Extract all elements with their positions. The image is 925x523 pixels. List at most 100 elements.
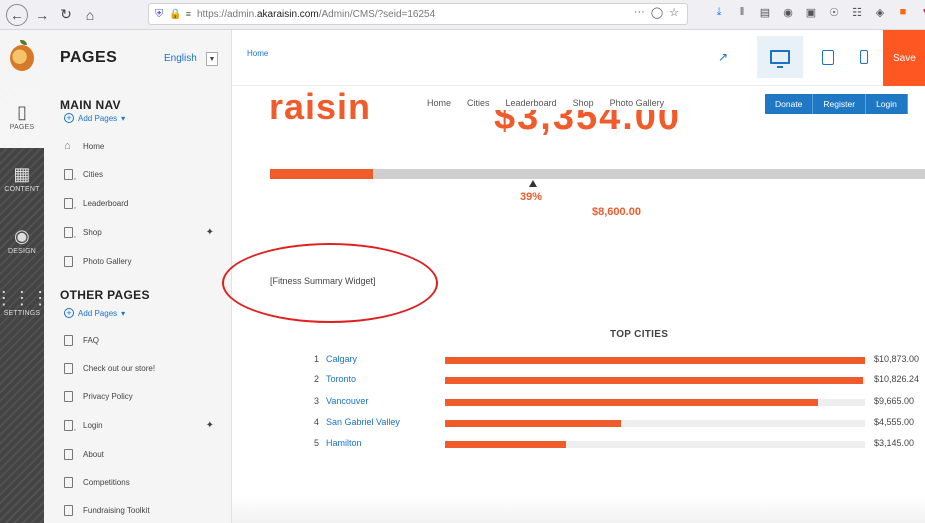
city-name-link[interactable]: Vancouver: [326, 396, 368, 406]
mobile-view-button[interactable]: [852, 36, 876, 78]
page-settings-icon: [64, 198, 76, 212]
grid-icon: ▦: [13, 164, 31, 184]
site-nav: Home Cities Leaderboard Shop Photo Galle…: [427, 98, 664, 108]
city-name-link[interactable]: Toronto: [326, 374, 356, 384]
page-icon: [64, 363, 73, 374]
bookmark-star-icon[interactable]: ☆: [669, 6, 679, 19]
plus-circle-icon: +: [64, 113, 74, 123]
nav-item-label: Home: [83, 141, 105, 151]
site-nav-leaderboard[interactable]: Leaderboard: [506, 98, 557, 108]
rail-item-content[interactable]: ▦ CONTENT: [0, 148, 44, 210]
nav-item-shop[interactable]: Shop ✦: [64, 227, 224, 241]
login-button[interactable]: Login: [866, 94, 908, 114]
account-icon[interactable]: ◉: [781, 6, 795, 19]
nav-item-photo-gallery[interactable]: Photo Gallery: [64, 256, 224, 267]
tablet-view-button[interactable]: [814, 36, 842, 78]
permissions-icon[interactable]: ≡: [186, 9, 191, 19]
home-icon: ⌂: [64, 140, 71, 152]
rail-item-pages[interactable]: ▯ PAGES: [0, 86, 44, 148]
city-bar-fill: [445, 420, 621, 427]
desktop-view-button[interactable]: [757, 36, 803, 78]
page-item-fundraising-toolkit[interactable]: Fundraising Toolkit: [64, 505, 224, 516]
progress-bar: [270, 169, 925, 179]
site-nav-home[interactable]: Home: [427, 98, 451, 108]
site-logo[interactable]: raisin: [269, 86, 371, 128]
raisin-logo-icon: [10, 40, 34, 71]
home-icon[interactable]: ⌂: [80, 5, 100, 25]
city-amount: $10,873.00: [874, 354, 920, 364]
donate-button[interactable]: Donate: [765, 94, 814, 114]
city-row: 3 Vancouver $9,665.00: [232, 396, 925, 410]
back-arrow-icon[interactable]: ←: [6, 3, 28, 26]
breadcrumb[interactable]: Home: [247, 49, 268, 58]
rail-item-design[interactable]: ◉ DESIGN: [0, 210, 44, 272]
extension-icon[interactable]: ▣: [804, 6, 818, 19]
city-amount: $4,555.00: [874, 417, 915, 427]
page-item-login[interactable]: Login ✦: [64, 420, 224, 434]
extension-icon-5[interactable]: ■: [896, 6, 910, 19]
download-icon[interactable]: ⤓: [712, 6, 726, 19]
site-nav-shop[interactable]: Shop: [573, 98, 594, 108]
register-button[interactable]: Register: [813, 94, 867, 114]
city-bar-track: [445, 399, 865, 406]
page-item-about[interactable]: About: [64, 449, 224, 460]
page-item-label: About: [83, 450, 104, 459]
add-other-pages-button[interactable]: + Add Pages ▾: [64, 308, 125, 318]
nav-item-cities[interactable]: Cities: [64, 169, 224, 183]
desktop-icon: [770, 50, 790, 68]
lock-icon[interactable]: 🔒: [169, 9, 181, 20]
progress-bar-fill: [270, 169, 374, 179]
sliders-icon: ⋮⋮⋮: [0, 288, 50, 308]
page-item-faq[interactable]: FAQ: [64, 335, 224, 346]
language-select[interactable]: English: [164, 53, 197, 64]
page-item-label: Privacy Policy: [83, 392, 133, 401]
progress-pointer-icon: [529, 180, 537, 187]
page-item-privacy-policy[interactable]: Privacy Policy: [64, 391, 224, 402]
city-name-link[interactable]: San Gabriel Valley: [326, 417, 400, 427]
nav-item-leaderboard[interactable]: Leaderboard: [64, 198, 224, 212]
city-amount: $3,145.00: [874, 438, 915, 448]
top-cities-title: TOP CITIES: [610, 329, 669, 340]
amount-raised-value: $3,354.00: [494, 110, 682, 138]
add-pages-button[interactable]: + Add Pages ▾: [64, 113, 125, 123]
pocket-icon[interactable]: ◯: [651, 6, 663, 19]
url-host: akaraisin.com: [257, 8, 319, 20]
browser-toolbar: ← → ↻ ⌂ ⛨ 🔒 ≡ https://admin. akaraisin.co…: [0, 0, 925, 30]
expand-plus-icon[interactable]: ✦: [206, 227, 214, 238]
library-icon[interactable]: ‖: [735, 6, 749, 19]
city-bar-track: [445, 377, 865, 384]
city-name-link[interactable]: Hamilton: [326, 438, 362, 448]
annotation-circle: [222, 243, 438, 323]
save-button[interactable]: Save: [883, 30, 925, 86]
url-prefix: https://admin.: [196, 8, 257, 20]
open-external-icon[interactable]: ↗: [712, 36, 734, 78]
extension-icon-3[interactable]: ☷: [850, 6, 864, 19]
url-bar[interactable]: ⛨ 🔒 ≡ https://admin. akaraisin.com/Admin/…: [148, 3, 688, 25]
app-logo[interactable]: [0, 30, 44, 86]
rail-item-settings[interactable]: ⋮⋮⋮ SETTINGS: [0, 272, 49, 334]
page-item-competitions[interactable]: Competitions: [64, 477, 224, 488]
tracking-shield-icon[interactable]: ⛨: [155, 8, 163, 21]
site-nav-cities[interactable]: Cities: [467, 98, 490, 108]
chevron-down-icon[interactable]: ▼: [206, 52, 218, 66]
tablet-icon: [822, 49, 834, 65]
paint-bucket-icon: ◉: [14, 226, 30, 246]
cms-icon-rail: ▯ PAGES ▦ CONTENT ◉ DESIGN ⋮⋮⋮ SETTINGS: [0, 30, 49, 523]
reload-icon[interactable]: ↻: [56, 5, 76, 25]
extension-icon-2[interactable]: ☉: [827, 6, 841, 19]
nav-item-label: Photo Gallery: [83, 257, 132, 266]
city-name-link[interactable]: Calgary: [326, 354, 357, 364]
page-icon: ▯: [16, 102, 28, 122]
pages-panel: PAGES English ▼ MAIN NAV + Add Pages ▾ ⌂…: [44, 30, 232, 523]
extension-icon-4[interactable]: ◈: [873, 6, 887, 19]
city-bar-fill: [445, 357, 865, 364]
forward-arrow-icon[interactable]: →: [32, 5, 52, 25]
sidebar-icon[interactable]: ▤: [758, 6, 772, 19]
nav-item-home[interactable]: ⌂ Home: [64, 140, 224, 152]
pocket-save-icon[interactable]: ♥: [919, 6, 925, 19]
expand-plus-icon[interactable]: ✦: [206, 420, 214, 431]
page-item-store[interactable]: Check out our store!: [64, 363, 224, 374]
site-nav-photo-gallery[interactable]: Photo Gallery: [610, 98, 665, 108]
page-actions-icon[interactable]: ···: [634, 6, 645, 19]
phone-icon: [860, 50, 868, 64]
